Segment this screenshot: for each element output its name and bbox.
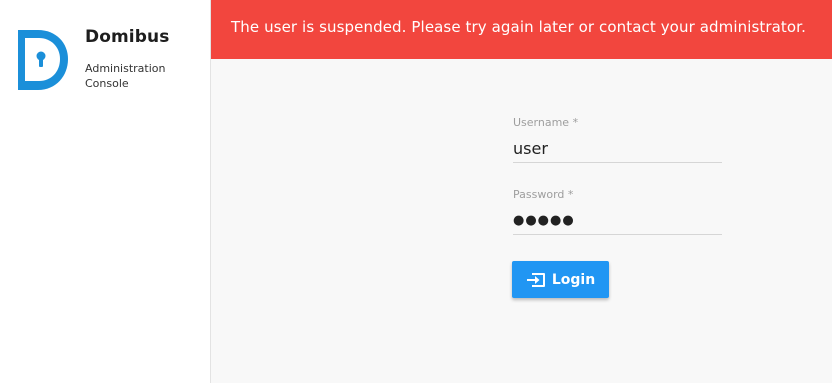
domibus-logo-icon xyxy=(18,30,68,90)
username-input[interactable] xyxy=(513,135,722,163)
login-button[interactable]: Login xyxy=(512,261,609,298)
username-label: Username * xyxy=(513,116,579,129)
app-subtitle: Administration Console xyxy=(85,62,166,90)
login-icon xyxy=(526,272,545,287)
main-content: The user is suspended. Please try again … xyxy=(211,0,832,383)
username-field: Username * xyxy=(513,116,722,163)
password-label: Password * xyxy=(513,188,574,201)
app-title: Domibus xyxy=(85,27,170,47)
error-alert-message: The user is suspended. Please try again … xyxy=(231,18,806,36)
error-alert-banner: The user is suspended. Please try again … xyxy=(211,0,832,59)
login-button-label: Login xyxy=(551,271,596,288)
password-input[interactable] xyxy=(513,207,722,235)
password-field: Password * xyxy=(513,188,722,235)
sidebar: Domibus Administration Console xyxy=(0,0,211,383)
